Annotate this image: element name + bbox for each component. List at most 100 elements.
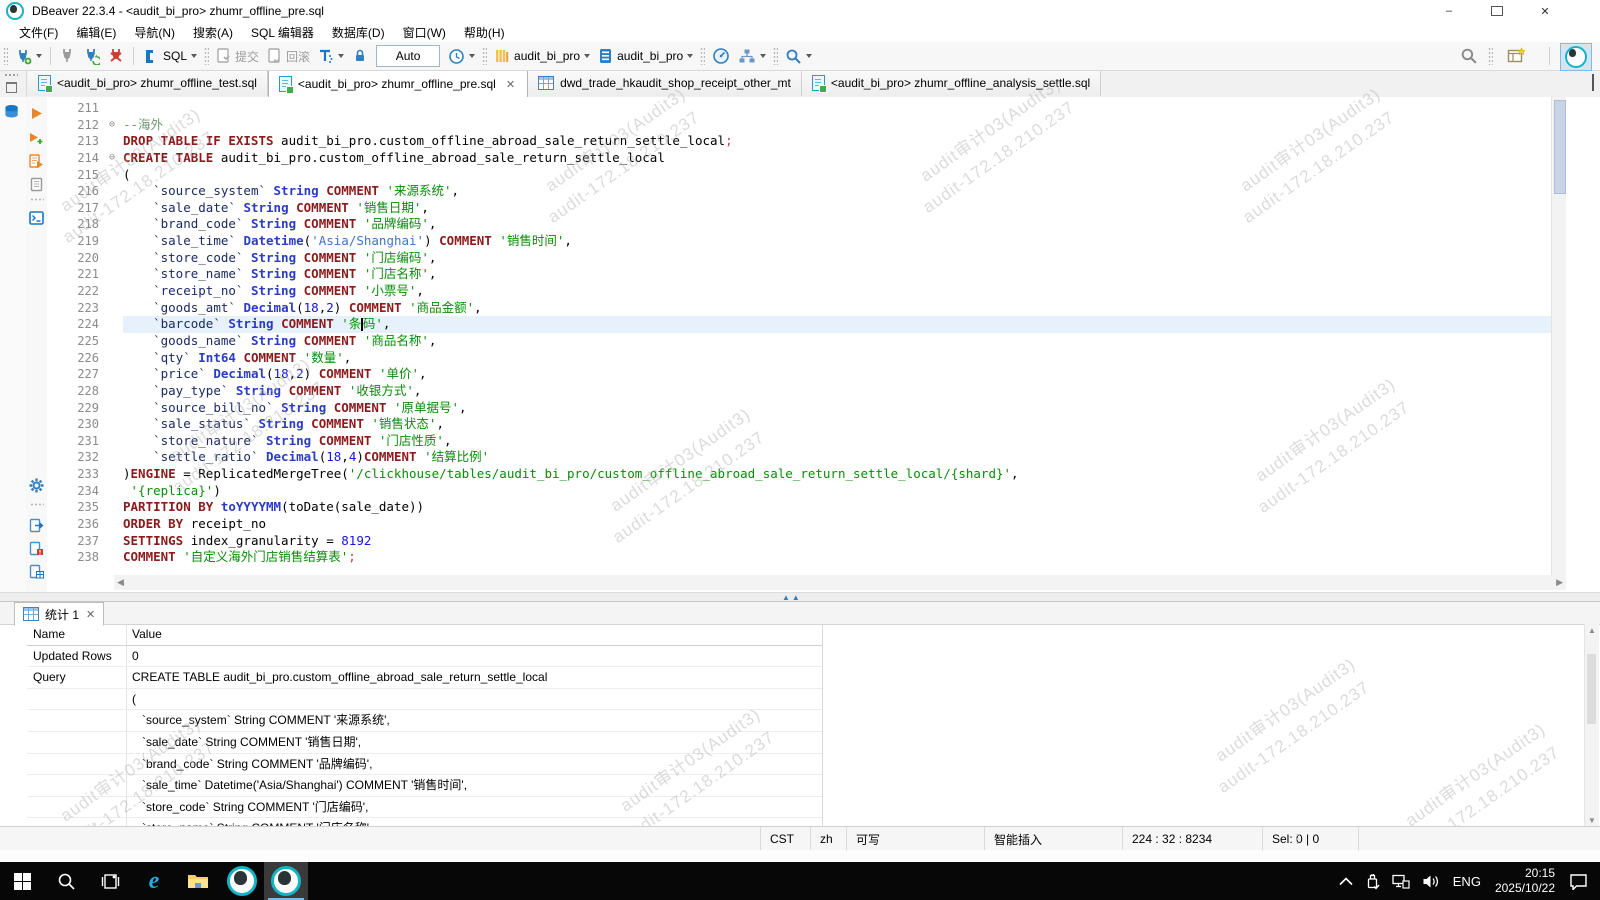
editor-settings-button[interactable] (28, 477, 45, 494)
code-line[interactable]: 216 `source_system` String COMMENT '来源系统… (47, 183, 1566, 200)
menu-item-7[interactable]: 帮助(H) (455, 22, 514, 43)
code-line[interactable]: 224 `barcode` String COMMENT '条码', (47, 316, 1566, 333)
dashboard-button[interactable] (709, 44, 733, 68)
code-line[interactable]: 212⊖--海外 (47, 117, 1566, 134)
close-button[interactable]: ✕ (1522, 0, 1568, 22)
table-row[interactable]: `sale_date` String COMMENT '销售日期', (27, 732, 822, 754)
network-icon[interactable] (1386, 862, 1416, 900)
table-row[interactable]: ( (27, 689, 822, 711)
code-line[interactable]: 218 `brand_code` String COMMENT '品牌编码', (47, 216, 1566, 233)
code-line[interactable]: 233)ENGINE = ReplicatedMergeTree('/click… (47, 466, 1566, 483)
execute-script-button[interactable] (28, 153, 45, 170)
code-line[interactable]: 220 `store_code` String COMMENT '门店编码', (47, 250, 1566, 267)
close-icon[interactable]: ✕ (86, 608, 95, 621)
minimize-button[interactable]: – (1426, 0, 1472, 22)
maximize-panel-button[interactable] (1592, 76, 1594, 90)
table-row[interactable]: `source_system` String COMMENT '来源系统', (27, 710, 822, 732)
code-line[interactable]: 238COMMENT '自定义海外门店销售结算表'; (47, 549, 1566, 566)
status-item-1[interactable]: zh (810, 827, 846, 851)
user-profile-button[interactable] (1560, 43, 1592, 71)
task-view-button[interactable] (88, 862, 132, 900)
view-toolbar-collapsed[interactable] (0, 70, 27, 97)
execute-statement-button[interactable] (28, 105, 45, 122)
database-navigator-icon[interactable] (4, 103, 21, 120)
scroll-up-arrow-icon[interactable]: ▲ (1585, 626, 1599, 635)
connect-button[interactable] (56, 44, 78, 68)
menu-item-6[interactable]: 窗口(W) (394, 22, 455, 43)
object-search-button[interactable] (782, 44, 815, 68)
code-line[interactable]: 217 `sale_date` String COMMENT '销售日期', (47, 200, 1566, 217)
maximize-button[interactable] (1474, 0, 1520, 22)
menu-item-1[interactable]: 编辑(E) (67, 22, 125, 43)
close-icon[interactable]: ✕ (504, 78, 517, 91)
table-row[interactable]: `sale_time` Datetime('Asia/Shanghai') CO… (27, 775, 822, 797)
status-item-5[interactable]: Sel: 0 | 0 (1262, 827, 1359, 851)
taskbar-clock[interactable]: 20:15 2025/10/22 (1487, 866, 1563, 896)
code-line[interactable]: 213DROP TABLE IF EXISTS audit_bi_pro.cus… (47, 133, 1566, 150)
file-explorer-button[interactable] (176, 862, 220, 900)
active-schema-selector[interactable]: audit_bi_pro (595, 44, 696, 68)
code-line[interactable]: 229 `source_bill_no` String COMMENT '原单据… (47, 400, 1566, 417)
editor-tab-0[interactable]: <audit_bi_pro> zhumr_offline_test.sql (28, 70, 268, 96)
sql-editor-button[interactable]: SQL (139, 44, 200, 68)
status-item-0[interactable]: CST (760, 827, 810, 851)
menu-item-3[interactable]: 搜索(A) (184, 22, 242, 43)
menu-item-5[interactable]: 数据库(D) (323, 22, 394, 43)
scroll-down-arrow-icon[interactable]: ▼ (1585, 816, 1599, 825)
new-connection-button[interactable] (12, 44, 45, 68)
code-line[interactable]: 222 `receipt_no` String COMMENT '小票号', (47, 283, 1566, 300)
lock-button[interactable] (349, 44, 371, 68)
code-line[interactable]: 223 `goods_amt` Decimal(18,2) COMMENT '商… (47, 300, 1566, 317)
script-preview-button[interactable] (28, 176, 45, 193)
rollback-button[interactable]: 回滚 (264, 44, 313, 68)
code-line[interactable]: 219 `sale_time` Datetime('Asia/Shanghai'… (47, 233, 1566, 250)
results-vertical-scrollbar[interactable]: ▲ ▼ (1584, 624, 1599, 827)
usb-device-icon[interactable] (1359, 862, 1386, 900)
code-line[interactable]: 235PARTITION BY toYYYYMM(toDate(sale_dat… (47, 499, 1566, 516)
table-row[interactable]: QueryCREATE TABLE audit_bi_pro.custom_of… (27, 667, 822, 689)
code-line[interactable]: 228 `pay_type` String COMMENT '收银方式', (47, 383, 1566, 400)
dbeaver-taskbar-button[interactable] (220, 862, 264, 900)
scroll-right-arrow-icon[interactable]: ▶ (1556, 577, 1563, 588)
open-terminal-button[interactable] (28, 209, 45, 226)
disconnect-button[interactable] (105, 44, 128, 68)
code-line[interactable]: 232 `settle_ratio` Decimal(18,4)COMMENT … (47, 449, 1566, 466)
execution-plan-button[interactable] (735, 44, 769, 68)
execute-in-new-tab-button[interactable] (28, 130, 45, 147)
code-line[interactable]: 225 `goods_name` String COMMENT '商品名称', (47, 333, 1566, 350)
code-line[interactable]: 227 `price` Decimal(18,2) COMMENT '单价', (47, 366, 1566, 383)
column-header-name[interactable]: Name (27, 624, 127, 645)
table-row[interactable]: Updated Rows0 (27, 646, 822, 668)
editor-tab-2[interactable]: dwd_trade_hkaudit_shop_receipt_other_mt (528, 70, 802, 96)
code-line[interactable]: 211 (47, 100, 1566, 117)
export-result-button[interactable] (28, 517, 45, 534)
volume-icon[interactable] (1416, 862, 1447, 900)
status-item-4[interactable]: 224 : 32 : 8234 (1122, 827, 1262, 851)
language-indicator[interactable]: ENG (1447, 862, 1487, 900)
column-header-value[interactable]: Value (127, 624, 822, 645)
fold-marker[interactable]: ⊖ (109, 150, 123, 167)
menu-item-4[interactable]: SQL 编辑器 (242, 22, 323, 43)
menu-item-0[interactable]: 文件(F) (10, 22, 67, 43)
code-editor[interactable]: 211212⊖--海外213DROP TABLE IF EXISTS audit… (47, 100, 1566, 566)
scroll-left-arrow-icon[interactable]: ◀ (117, 577, 124, 588)
transaction-mode-button[interactable] (315, 44, 347, 68)
transaction-log-button[interactable] (445, 44, 478, 68)
code-line[interactable]: 230 `sale_status` String COMMENT '销售状态', (47, 416, 1566, 433)
tray-overflow-button[interactable] (1333, 862, 1359, 900)
status-item-3[interactable]: 智能插入 (984, 827, 1122, 851)
commit-mode-selector[interactable]: Auto (376, 45, 440, 67)
validate-script-button[interactable] (28, 540, 45, 557)
fold-marker[interactable]: ⊖ (109, 117, 123, 134)
global-search-button[interactable] (1457, 44, 1481, 68)
taskbar-search-button[interactable] (44, 862, 88, 900)
editor-tab-3[interactable]: <audit_bi_pro> zhumr_offline_analysis_se… (802, 70, 1101, 96)
statistics-grid[interactable]: Name Value Updated Rows0QueryCREATE TABL… (27, 624, 823, 827)
open-perspective-button[interactable] (1504, 44, 1529, 68)
code-line[interactable]: 214⊖CREATE TABLE audit_bi_pro.custom_off… (47, 150, 1566, 167)
code-line[interactable]: 226 `qty` Int64 COMMENT '数量', (47, 350, 1566, 367)
scrollbar-thumb[interactable] (1554, 100, 1566, 194)
script-statistics-button[interactable] (28, 563, 45, 580)
menu-item-2[interactable]: 导航(N) (125, 22, 184, 43)
scrollbar-thumb[interactable] (1587, 654, 1596, 724)
